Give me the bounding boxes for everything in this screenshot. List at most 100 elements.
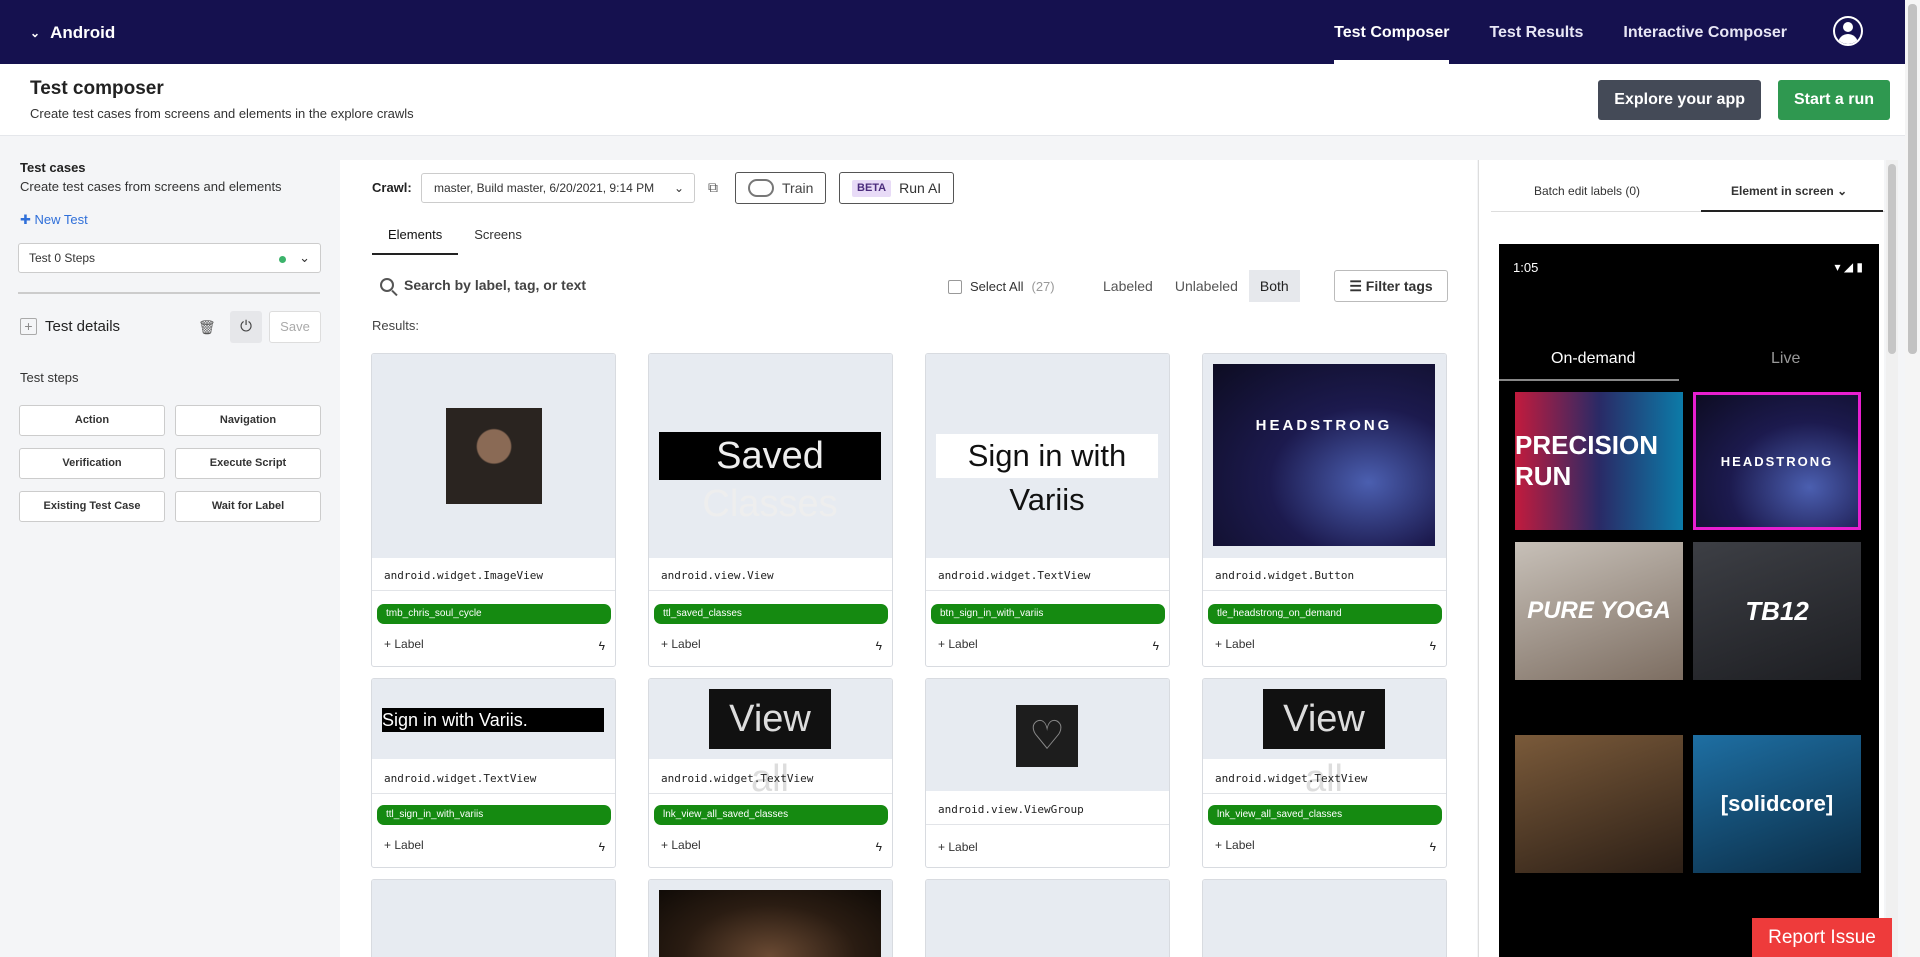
run-ai-button[interactable]: BETA Run AI [839,172,955,204]
lightning-icon[interactable]: ϟ [1153,639,1159,653]
tab-screens[interactable]: Screens [458,217,538,255]
trash-icon[interactable]: 🗑 [198,319,216,336]
screen-preview-panel: Batch edit labels (0) Element in screen … [1478,160,1885,957]
step-verification-button[interactable]: Verification [19,448,165,479]
tab-elements[interactable]: Elements [372,217,459,255]
element-card[interactable]: ♡ android.view.ViewGroup + Label [925,678,1170,868]
element-tag[interactable]: lnk_view_all_saved_classes [654,805,888,825]
add-label-button[interactable]: + Label [661,838,701,852]
element-card[interactable]: Sign in with Variis. android.widget.Text… [371,678,616,868]
scrollbar-thumb[interactable] [1908,4,1917,354]
test-details-toggle[interactable]: + Test details [20,318,120,335]
element-tag[interactable]: lnk_view_all_saved_classes [1208,805,1442,825]
lightning-icon[interactable]: ϟ [876,639,882,653]
element-card[interactable] [1202,879,1447,957]
add-label-button[interactable]: + Label [384,637,424,651]
element-class: android.view.ViewGroup [938,803,1084,816]
report-issue-button[interactable]: Report Issue [1752,918,1892,957]
filter-both[interactable]: Both [1248,270,1300,302]
tile-boxing [1515,735,1683,873]
copy-icon[interactable]: ⧉ [708,179,718,196]
step-execute-script-button[interactable]: Execute Script [175,448,321,479]
tile-solidcore: [solidcore] [1693,735,1861,873]
element-card[interactable]: Saved Classes android.view.View ttl_save… [648,353,893,667]
tab-test-composer[interactable]: Test Composer [1334,0,1450,64]
divider [372,590,615,591]
test-steps-title: Test steps [20,370,79,385]
add-label-button[interactable]: + Label [938,840,978,854]
filter-labeled[interactable]: Labeled [1092,270,1164,302]
page-header: Test composer Create test cases from scr… [0,64,1905,136]
lightning-icon[interactable]: ϟ [599,639,605,653]
select-all-checkbox[interactable] [948,279,962,294]
element-class: android.view.View [661,569,774,582]
app-selector[interactable]: ⌄ Android [30,23,115,43]
explore-app-button[interactable]: Explore your app [1598,80,1761,120]
divider [926,824,1169,825]
panel-scrollbar[interactable] [1886,160,1898,957]
tab-element-in-screen[interactable]: Element in screen ⌄ [1731,184,1847,198]
step-wait-for-label-button[interactable]: Wait for Label [175,491,321,522]
tab-test-results[interactable]: Test Results [1489,0,1583,64]
tab-interactive-composer[interactable]: Interactive Composer [1623,0,1787,64]
tile-tb12: TB12 [1693,542,1861,680]
scrollbar-thumb[interactable] [1888,164,1896,354]
element-tag[interactable]: btn_sign_in_with_variis [931,604,1165,624]
element-card[interactable] [925,879,1170,957]
thumbnail-text: HEADSTRONG [1213,364,1435,546]
add-label-button[interactable]: + Label [938,637,978,651]
user-avatar-icon[interactable] [1833,16,1863,46]
power-icon[interactable]: ⏻ [230,311,262,343]
element-class: android.widget.TextView [938,569,1091,582]
lightning-icon[interactable]: ϟ [1430,639,1436,653]
add-label-button[interactable]: + Label [661,637,701,651]
label-filter: Labeled Unlabeled Both [1092,270,1300,302]
element-card[interactable]: Sign in with Variis android.widget.TextV… [925,353,1170,667]
element-card[interactable]: HEADSTRONG android.widget.Button tle_hea… [1202,353,1447,667]
add-label-button[interactable]: + Label [1215,637,1255,651]
lightning-icon[interactable]: ϟ [1430,840,1436,854]
element-tag[interactable]: ttl_saved_classes [654,604,888,624]
lightning-icon[interactable]: ϟ [599,840,605,854]
select-all[interactable]: Select All (27) [948,279,1055,294]
new-test-link[interactable]: ✚ New Test [20,212,88,228]
step-action-button[interactable]: Action [19,405,165,436]
lightning-icon[interactable]: ϟ [876,840,882,854]
test-steps-grid: Action Navigation Verification Execute S… [19,405,321,522]
step-existing-test-case-button[interactable]: Existing Test Case [19,491,165,522]
element-tag[interactable]: tle_headstrong_on_demand [1208,604,1442,624]
element-class: android.widget.ImageView [384,569,543,582]
step-navigation-button[interactable]: Navigation [175,405,321,436]
search-input[interactable]: Search by label, tag, or text [404,277,586,293]
beta-badge: BETA [852,179,892,197]
tile-headstrong: HEADSTRONG [1693,392,1861,530]
element-card[interactable]: View all android.widget.TextView lnk_vie… [1202,678,1447,868]
add-label-button[interactable]: + Label [1215,838,1255,852]
test-cases-subtitle: Create test cases from screens and eleme… [20,179,282,194]
search-icon [380,278,394,292]
tab-batch-edit-labels[interactable]: Batch edit labels (0) [1534,184,1640,198]
filter-tags-button[interactable]: ☰ Filter tags [1334,270,1448,302]
element-card[interactable] [371,879,616,957]
start-run-button[interactable]: Start a run [1777,80,1890,120]
filter-unlabeled[interactable]: Unlabeled [1164,270,1249,302]
element-card[interactable]: View all android.widget.TextView lnk_vie… [648,678,893,868]
element-tag[interactable]: ttl_sign_in_with_variis [377,805,611,825]
thumbnail-text: Sign in with Variis [936,434,1158,517]
logo-icon: ♡ [1016,705,1078,767]
element-card[interactable] [648,879,893,957]
element-card[interactable]: android.widget.ImageView tmb_chris_soul_… [371,353,616,667]
save-button[interactable]: Save [269,311,321,343]
train-button[interactable]: Train [735,172,827,204]
test-select[interactable]: Test 0 Steps ⌄ [18,243,321,273]
test-cases-panel: Test cases Create test cases from screen… [0,137,340,957]
element-tag[interactable]: tmb_chris_soul_cycle [377,604,611,624]
search-bar[interactable]: Search by label, tag, or text [380,277,586,293]
element-thumbnail [649,880,892,957]
add-label-button[interactable]: + Label [384,838,424,852]
page-scrollbar[interactable] [1905,0,1920,957]
avatar-image [446,408,542,504]
element-class: android.widget.TextView [384,772,537,785]
crawl-select[interactable]: master, Build master, 6/20/2021, 9:14 PM… [421,173,695,203]
tile-pure-yoga: PURE YOGA [1515,542,1683,680]
